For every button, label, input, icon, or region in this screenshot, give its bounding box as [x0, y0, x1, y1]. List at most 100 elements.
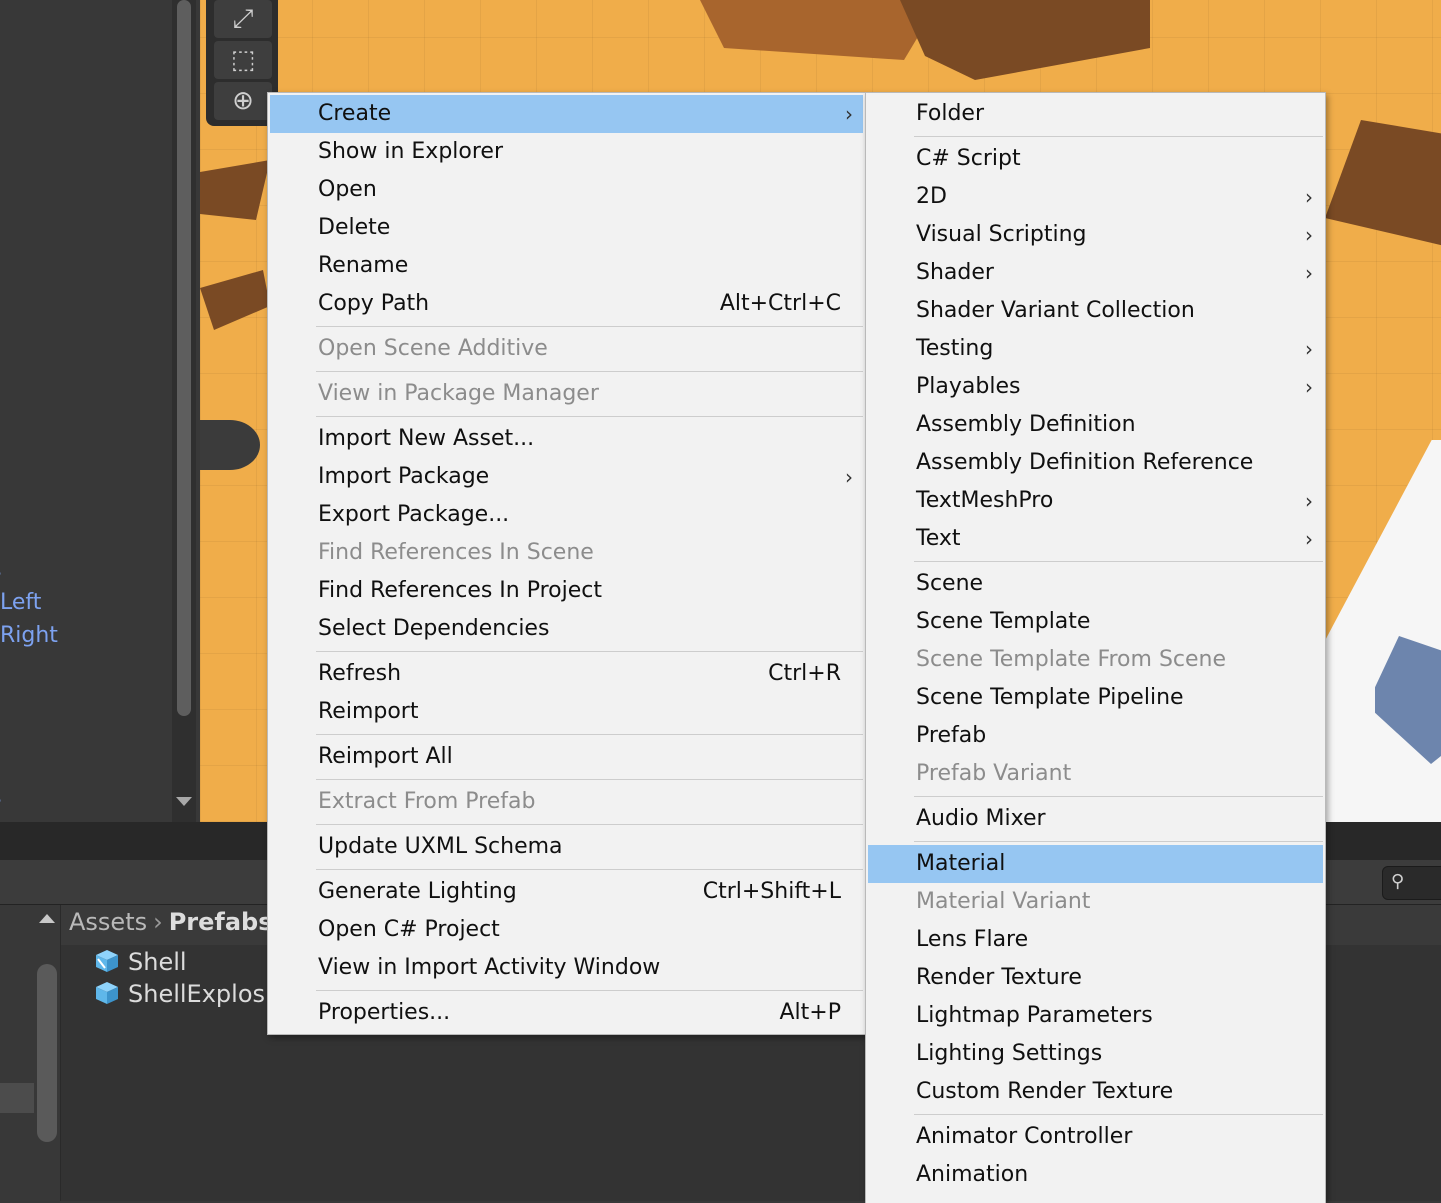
menu-item-reimport[interactable]: Reimport [270, 693, 863, 731]
chevron-right-icon: › [1305, 489, 1313, 513]
submenu-item-prefab-variant[interactable]: Prefab Variant [868, 755, 1323, 793]
menu-item-label: Reimport [318, 699, 419, 724]
menu-item-import-package[interactable]: Import Package › [270, 458, 863, 496]
submenu-item-lens-flare[interactable]: Lens Flare [868, 921, 1323, 959]
menu-item-import-new-asset[interactable]: Import New Asset... [270, 420, 863, 458]
menu-separator [316, 371, 863, 372]
menu-item-label: Delete [318, 215, 391, 240]
menu-item-label: Select Dependencies [318, 616, 550, 641]
submenu-item-assembly-definition-reference[interactable]: Assembly Definition Reference [868, 444, 1323, 482]
menu-item-label: Prefab [916, 723, 987, 748]
menu-separator [914, 1114, 1323, 1115]
submenu-item-scene-template[interactable]: Scene Template [868, 603, 1323, 641]
menu-item-label: View in Package Manager [318, 381, 599, 406]
menu-item-label: 2D [916, 184, 947, 209]
chevron-right-icon: › [1305, 261, 1313, 285]
menu-item-label: Render Texture [916, 965, 1082, 990]
hierarchy-item[interactable]: Left [0, 590, 41, 615]
menu-item-open-scene-additive[interactable]: Open Scene Additive [270, 330, 863, 368]
submenu-item-shader[interactable]: Shader › [868, 254, 1323, 292]
breadcrumb-item[interactable]: Assets [69, 908, 147, 936]
menu-item-find-references-in-scene[interactable]: Find References In Scene [270, 534, 863, 572]
menu-item-label: Refresh [318, 661, 402, 686]
breadcrumb-item-current[interactable]: Prefabs [169, 908, 273, 936]
submenu-item-playables[interactable]: Playables › [868, 368, 1323, 406]
menu-item-label: Generate Lighting [318, 879, 517, 904]
selected-folder-row[interactable] [0, 1083, 34, 1113]
submenu-item-assembly-definition[interactable]: Assembly Definition [868, 406, 1323, 444]
asset-label: Shell [128, 948, 187, 976]
submenu-item-csharp-script[interactable]: C# Script [868, 140, 1323, 178]
scale-tool-icon[interactable]: ⤢ [214, 0, 272, 38]
menu-item-copy-path[interactable]: Copy Path Alt+Ctrl+C [270, 285, 863, 323]
submenu-item-testing[interactable]: Testing › [868, 330, 1323, 368]
hierarchy-item-fragment[interactable]: s [0, 785, 1, 810]
menu-item-label: Properties... [318, 1000, 451, 1025]
chevron-right-icon: › [845, 102, 853, 126]
menu-item-label: Rename [318, 253, 409, 278]
transform-tool-icon[interactable]: ⊕ [214, 82, 272, 120]
asset-item[interactable]: Shell [94, 948, 187, 980]
menu-item-label: Prefab Variant [916, 761, 1072, 786]
submenu-item-scene-template-from-scene[interactable]: Scene Template From Scene [868, 641, 1323, 679]
submenu-item-audio-mixer[interactable]: Audio Mixer [868, 800, 1323, 838]
scene-rock [900, 0, 1150, 80]
menu-item-label: Testing [916, 336, 994, 361]
scroll-down-icon[interactable] [176, 797, 192, 806]
submenu-item-textmeshpro[interactable]: TextMeshPro › [868, 482, 1323, 520]
menu-item-export-package[interactable]: Export Package... [270, 496, 863, 534]
submenu-item-custom-render-texture[interactable]: Custom Render Texture [868, 1073, 1323, 1111]
menu-item-reimport-all[interactable]: Reimport All [270, 738, 863, 776]
chevron-right-icon: › [1305, 375, 1313, 399]
menu-item-generate-lighting[interactable]: Generate Lighting Ctrl+Shift+L [270, 873, 863, 911]
menu-item-label: TextMeshPro [916, 488, 1054, 513]
chevron-right-icon: › [1305, 185, 1313, 209]
submenu-item-material[interactable]: Material [868, 845, 1323, 883]
menu-item-shortcut: Ctrl+Shift+L [702, 879, 841, 904]
menu-item-label: Lighting Settings [916, 1041, 1103, 1066]
submenu-item-scene[interactable]: Scene [868, 565, 1323, 603]
submenu-item-scene-template-pipeline[interactable]: Scene Template Pipeline [868, 679, 1323, 717]
menu-item-shortcut: Ctrl+R [768, 661, 841, 686]
menu-item-delete[interactable]: Delete [270, 209, 863, 247]
scroll-up-icon[interactable] [39, 914, 55, 923]
menu-separator [914, 796, 1323, 797]
asset-item[interactable]: ShellExplosi [94, 980, 272, 1012]
menu-item-label: Assembly Definition Reference [916, 450, 1254, 475]
rect-tool-icon[interactable]: ⬚ [214, 41, 272, 79]
menu-item-view-in-package-manager[interactable]: View in Package Manager [270, 375, 863, 413]
submenu-item-material-variant[interactable]: Material Variant [868, 883, 1323, 921]
menu-item-view-in-import-activity-window[interactable]: View in Import Activity Window [270, 949, 863, 987]
menu-item-create[interactable]: Create › [270, 95, 863, 133]
hierarchy-item-fragment[interactable]: s [0, 558, 1, 583]
menu-item-show-in-explorer[interactable]: Show in Explorer [270, 133, 863, 171]
menu-item-open-csharp-project[interactable]: Open C# Project [270, 911, 863, 949]
chevron-right-icon: › [1305, 223, 1313, 247]
submenu-item-lighting-settings[interactable]: Lighting Settings [868, 1035, 1323, 1073]
hierarchy-item[interactable]: Right [0, 623, 58, 648]
submenu-item-lightmap-parameters[interactable]: Lightmap Parameters [868, 997, 1323, 1035]
menu-item-extract-from-prefab[interactable]: Extract From Prefab [270, 783, 863, 821]
menu-item-label: Scene Template Pipeline [916, 685, 1184, 710]
menu-item-find-references-in-project[interactable]: Find References In Project [270, 572, 863, 610]
menu-separator [316, 416, 863, 417]
prefab-icon [96, 982, 118, 1004]
submenu-item-animator-controller[interactable]: Animator Controller [868, 1118, 1323, 1156]
menu-item-select-dependencies[interactable]: Select Dependencies [270, 610, 863, 648]
menu-item-rename[interactable]: Rename [270, 247, 863, 285]
submenu-item-render-texture[interactable]: Render Texture [868, 959, 1323, 997]
menu-separator [914, 136, 1323, 137]
menu-item-refresh[interactable]: Refresh Ctrl+R [270, 655, 863, 693]
submenu-item-text[interactable]: Text › [868, 520, 1323, 558]
folders-scrollbar-thumb[interactable] [37, 964, 57, 1142]
submenu-item-visual-scripting[interactable]: Visual Scripting › [868, 216, 1323, 254]
submenu-item-2d[interactable]: 2D › [868, 178, 1323, 216]
submenu-item-prefab[interactable]: Prefab [868, 717, 1323, 755]
submenu-item-shader-variant-collection[interactable]: Shader Variant Collection [868, 292, 1323, 330]
submenu-item-folder[interactable]: Folder [868, 95, 1323, 133]
menu-item-properties[interactable]: Properties... Alt+P [270, 994, 863, 1032]
hierarchy-scrollbar-thumb[interactable] [177, 0, 191, 716]
menu-item-update-uxml-schema[interactable]: Update UXML Schema [270, 828, 863, 866]
submenu-item-animation[interactable]: Animation [868, 1156, 1323, 1194]
menu-item-open[interactable]: Open [270, 171, 863, 209]
